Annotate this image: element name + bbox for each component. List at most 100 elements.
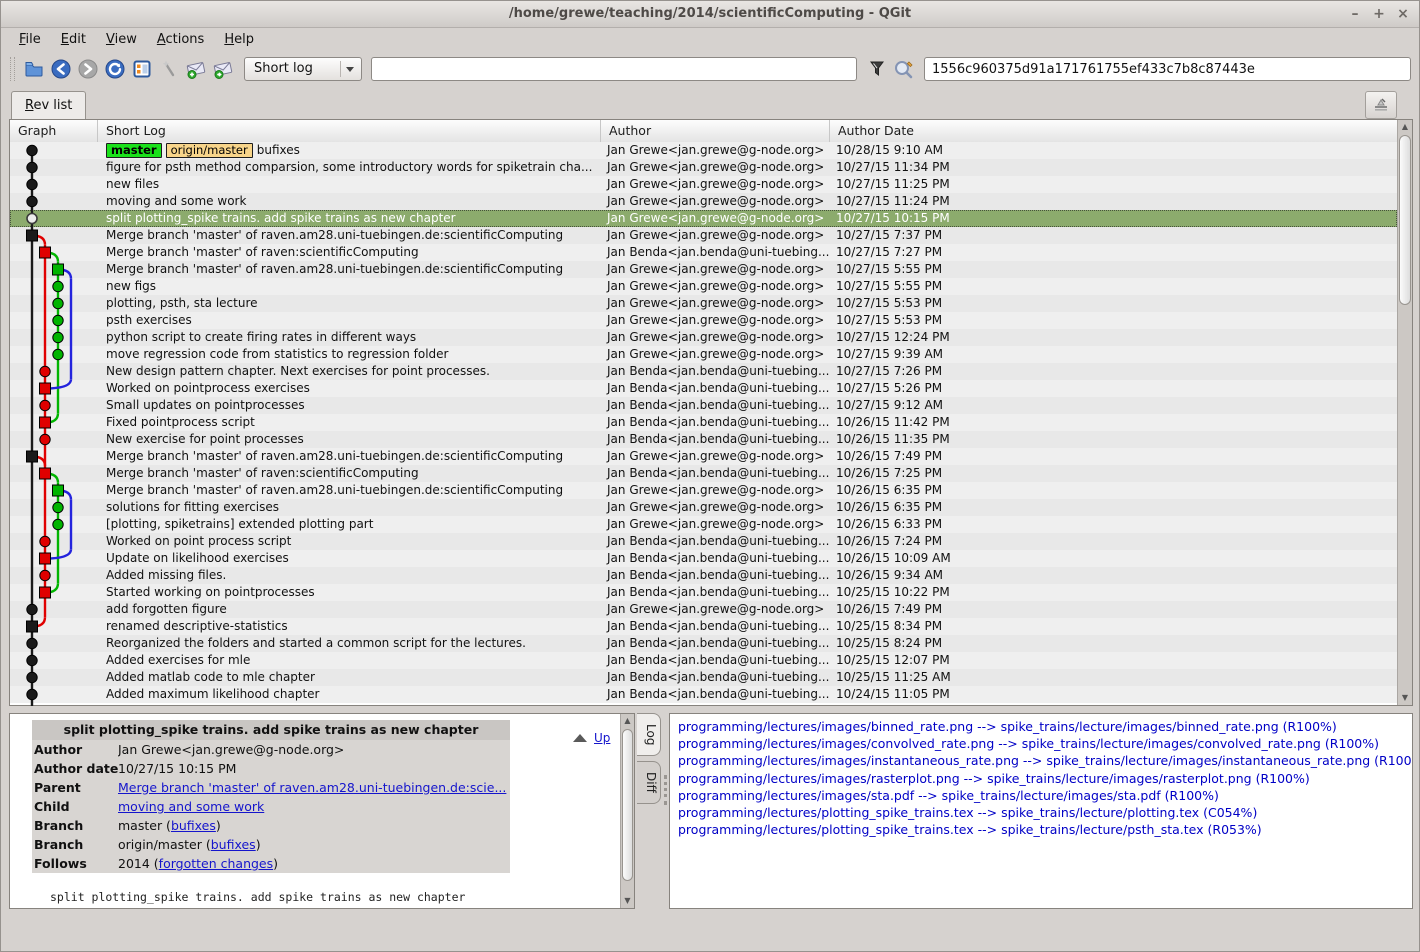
commit-row[interactable]: plotting, psth, sta lectureJan Grewe<jan… xyxy=(10,295,1397,312)
commit-row[interactable]: [plotting, spiketrains] extended plottin… xyxy=(10,516,1397,533)
commit-row[interactable]: New exercise for point processesJan Bend… xyxy=(10,431,1397,448)
commit-row[interactable]: Worked on point process scriptJan Benda<… xyxy=(10,533,1397,550)
file-entry[interactable]: programming/lectures/images/instantaneou… xyxy=(670,752,1412,769)
menu-help[interactable]: Help xyxy=(214,30,264,49)
scroll-up-icon[interactable]: ▲ xyxy=(1398,120,1412,134)
scroll-up-icon[interactable]: ▲ xyxy=(621,714,634,728)
shortlog-text: add forgotten figure xyxy=(106,602,227,616)
commit-title: split plotting_spike trains. add spike t… xyxy=(32,720,510,740)
commit-row[interactable]: Merge branch 'master' of raven.am28.uni-… xyxy=(10,227,1397,244)
toolbar-drag-handle[interactable] xyxy=(10,57,15,81)
menu-edit[interactable]: Edit xyxy=(51,30,96,49)
view-mode-select[interactable]: Short log xyxy=(244,57,362,81)
view-button[interactable] xyxy=(128,56,155,82)
detail-link[interactable]: moving and some work xyxy=(118,799,264,814)
rev-list-scrollbar[interactable]: ▲ ▼ xyxy=(1397,120,1412,705)
detail-label: Parent xyxy=(32,778,118,797)
file-entry[interactable]: programming/lectures/images/sta.pdf --> … xyxy=(670,787,1412,804)
close-button[interactable]: × xyxy=(1395,1,1411,27)
commit-row[interactable]: Small updates on pointprocessesJan Benda… xyxy=(10,397,1397,414)
save-patch-button[interactable] xyxy=(182,56,209,82)
detail-link[interactable]: Merge branch 'master' of raven.am28.uni-… xyxy=(118,780,506,795)
commit-row[interactable]: Reorganized the folders and started a co… xyxy=(10,635,1397,652)
view-list-icon xyxy=(131,58,153,80)
sha-input[interactable] xyxy=(924,57,1411,81)
commit-row[interactable]: Added matlab code to mle chapterJan Bend… xyxy=(10,669,1397,686)
open-repository-button[interactable] xyxy=(20,56,47,82)
commit-row[interactable]: Merge branch 'master' of raven.am28.uni-… xyxy=(10,261,1397,278)
detail-text: 10/27/15 10:15 PM xyxy=(118,761,236,776)
detail-link[interactable]: bufixes xyxy=(171,818,216,833)
detail-scrollbar[interactable]: ▲ ▼ xyxy=(620,714,634,908)
commit-row[interactable]: psth exercisesJan Grewe<jan.grewe@g-node… xyxy=(10,312,1397,329)
shortlog-text: New design pattern chapter. Next exercis… xyxy=(106,364,490,378)
menu-file[interactable]: File xyxy=(9,30,51,49)
commit-row[interactable]: split plotting_spike trains. add spike t… xyxy=(10,210,1397,227)
commit-row[interactable]: move regression code from statistics to … xyxy=(10,346,1397,363)
commit-row[interactable]: new figsJan Grewe<jan.grewe@g-node.org>1… xyxy=(10,278,1397,295)
commit-row[interactable]: Started working on pointprocessesJan Ben… xyxy=(10,584,1397,601)
detail-link[interactable]: bufixes xyxy=(211,837,256,852)
scroll-down-icon[interactable]: ▼ xyxy=(1398,691,1412,705)
commit-row[interactable]: python script to create firing rates in … xyxy=(10,329,1397,346)
maximize-button[interactable]: + xyxy=(1371,1,1387,27)
column-header-author-date[interactable]: Author Date xyxy=(830,120,1397,142)
date-cell: 10/27/15 7:26 PM xyxy=(830,363,1397,380)
scrollbar-thumb[interactable] xyxy=(622,729,633,881)
menu-view[interactable]: View xyxy=(96,30,147,49)
commit-row[interactable]: Added missing files.Jan Benda<jan.benda@… xyxy=(10,567,1397,584)
commit-row[interactable]: solutions for fitting exercisesJan Grewe… xyxy=(10,499,1397,516)
forward-button[interactable] xyxy=(74,56,101,82)
commit-row[interactable]: Fixed pointprocess scriptJan Benda<jan.b… xyxy=(10,414,1397,431)
commit-row[interactable]: moving and some workJan Grewe<jan.grewe@… xyxy=(10,193,1397,210)
splitter-handle[interactable] xyxy=(664,775,667,805)
commit-row[interactable]: figure for psth method comparsion, some … xyxy=(10,159,1397,176)
commit-row[interactable]: masterorigin/masterbufixesJan Grewe<jan.… xyxy=(10,142,1397,159)
minimize-button[interactable]: – xyxy=(1347,1,1363,27)
side-tab-log[interactable]: Log xyxy=(637,713,661,756)
menu-actions[interactable]: Actions xyxy=(147,30,215,49)
shortlog-cell: New exercise for point processes xyxy=(98,431,601,448)
column-header-graph[interactable]: Graph xyxy=(10,120,98,142)
tab-rev-list[interactable]: Rev list xyxy=(11,91,86,119)
commit-row[interactable]: New design pattern chapter. Next exercis… xyxy=(10,363,1397,380)
scroll-down-icon[interactable]: ▼ xyxy=(621,894,634,908)
file-entry[interactable]: programming/lectures/images/convolved_ra… xyxy=(670,735,1412,752)
up-link[interactable]: Up xyxy=(594,731,610,745)
date-cell: 10/26/15 11:35 PM xyxy=(830,431,1397,448)
commit-row[interactable]: add forgotten figureJan Grewe<jan.grewe@… xyxy=(10,601,1397,618)
list-settings-button[interactable] xyxy=(1365,91,1397,119)
column-header-short-log[interactable]: Short Log xyxy=(98,120,601,142)
shortlog-cell: Merge branch 'master' of raven.am28.uni-… xyxy=(98,227,601,244)
commit-row[interactable]: Added exercises for mleJan Benda<jan.ben… xyxy=(10,652,1397,669)
file-entry[interactable]: programming/lectures/images/rasterplot.p… xyxy=(670,770,1412,787)
commit-row[interactable]: Merge branch 'master' of raven.am28.uni-… xyxy=(10,448,1397,465)
apply-patch-button[interactable] xyxy=(209,56,236,82)
commit-row[interactable]: Update on likelihood exercisesJan Benda<… xyxy=(10,550,1397,567)
file-entry[interactable]: programming/lectures/images/binned_rate.… xyxy=(670,718,1412,735)
search-edit-icon xyxy=(892,58,916,80)
column-header-author[interactable]: Author xyxy=(601,120,830,142)
commit-row[interactable]: renamed descriptive-statisticsJan Benda<… xyxy=(10,618,1397,635)
shortlog-text: figure for psth method comparsion, some … xyxy=(106,160,592,174)
file-list-panel: programming/lectures/images/binned_rate.… xyxy=(669,713,1413,909)
detail-link[interactable]: forgotten changes xyxy=(159,856,273,871)
file-entry[interactable]: programming/lectures/plotting_spike_trai… xyxy=(670,821,1412,838)
side-tab-diff[interactable]: Diff xyxy=(637,761,661,804)
shortlog-cell: python script to create firing rates in … xyxy=(98,329,601,346)
refresh-button[interactable] xyxy=(101,56,128,82)
commit-row[interactable]: Merge branch 'master' of raven:scientifi… xyxy=(10,465,1397,482)
scrollbar-thumb[interactable] xyxy=(1399,135,1411,305)
commit-row[interactable]: Merge branch 'master' of raven.am28.uni-… xyxy=(10,482,1397,499)
search-sha-button[interactable] xyxy=(890,56,917,82)
commit-row[interactable]: Merge branch 'master' of raven:scientifi… xyxy=(10,244,1397,261)
filter-highlight-button[interactable] xyxy=(863,56,890,82)
back-button[interactable] xyxy=(47,56,74,82)
commit-row[interactable]: Worked on pointprocess exercisesJan Bend… xyxy=(10,380,1397,397)
shortlog-text: solutions for fitting exercises xyxy=(106,500,279,514)
find-button[interactable] xyxy=(155,56,182,82)
filter-input[interactable] xyxy=(371,57,857,81)
commit-row[interactable]: new filesJan Grewe<jan.grewe@g-node.org>… xyxy=(10,176,1397,193)
commit-row[interactable]: Added maximum likelihood chapterJan Bend… xyxy=(10,686,1397,703)
file-entry[interactable]: programming/lectures/plotting_spike_trai… xyxy=(670,804,1412,821)
